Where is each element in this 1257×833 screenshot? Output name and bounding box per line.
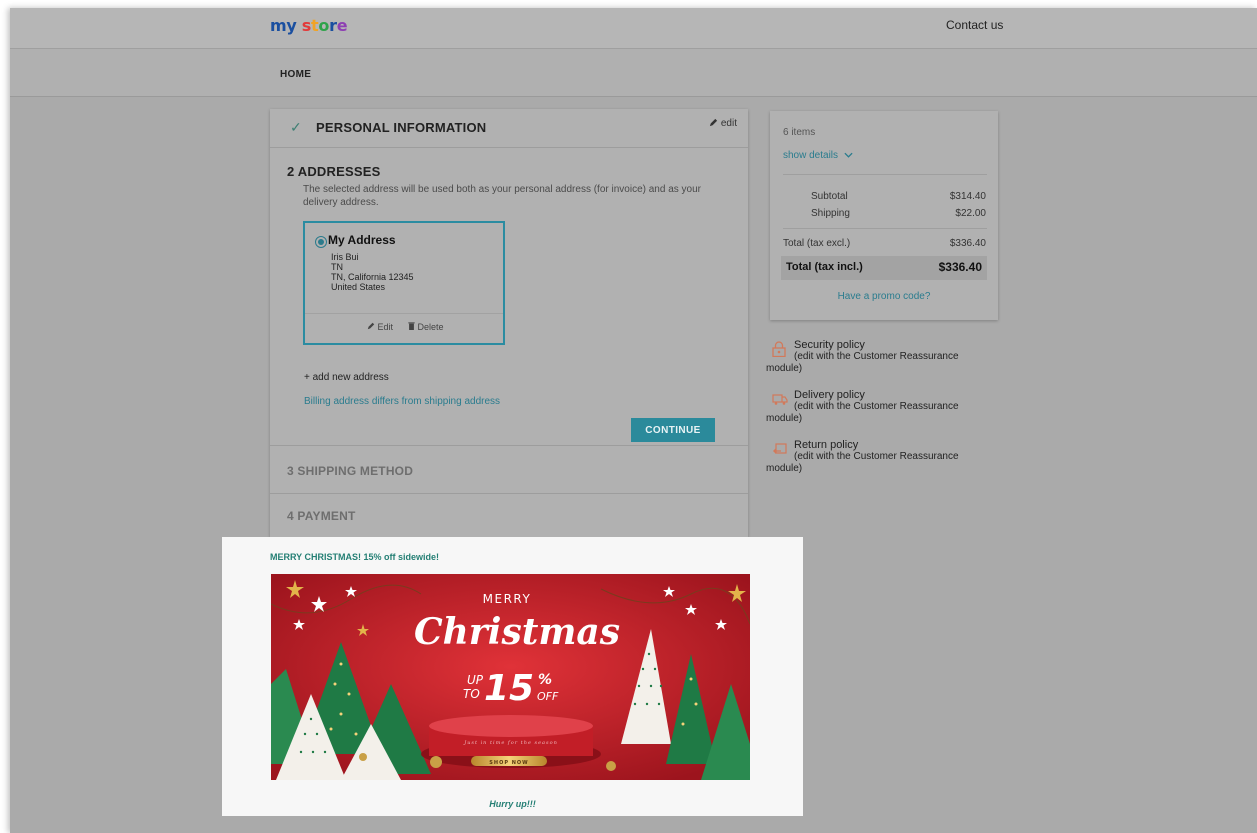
total-excl-label: Total (tax excl.)	[783, 238, 851, 249]
edit-label: Edit	[377, 322, 394, 332]
pencil-icon	[367, 322, 375, 330]
logo-letter: e	[336, 16, 348, 35]
shop-now-label: SHOP NOW	[489, 760, 528, 766]
show-details-toggle[interactable]: show details	[783, 150, 853, 161]
address-line: United States	[331, 282, 386, 292]
address-line: TN, California 12345	[331, 272, 414, 282]
reassurance-tail: module)	[766, 363, 803, 374]
reassurance-tail: module)	[766, 463, 803, 474]
logo-letter: r	[329, 16, 337, 35]
divider	[783, 174, 987, 175]
edit-address-button[interactable]: Edit	[367, 322, 393, 332]
reassurance-sub: (edit with the Customer Reassurance	[794, 401, 959, 412]
to-text: TO	[463, 687, 480, 701]
billing-address-link[interactable]: Billing address differs from shipping ad…	[304, 396, 500, 407]
reassurance-title: Delivery policy	[794, 389, 865, 401]
show-details-label: show details	[783, 150, 839, 161]
discount-number: 15	[484, 668, 534, 709]
promo-heading: MERRY CHRISTMAS! 15% off sidewide!	[270, 552, 440, 562]
subtotal-label: Subtotal	[811, 191, 848, 202]
divider	[783, 228, 987, 229]
reassurance-title: Security policy	[794, 339, 865, 351]
address-lines: Iris Bui TN TN, California 12345 United …	[331, 252, 414, 292]
add-new-address-link[interactable]: + add new address	[304, 372, 389, 383]
step-title: 3 SHIPPING METHOD	[287, 464, 414, 478]
step-title: 4 PAYMENT	[287, 509, 356, 523]
address-description: The selected address will be used both a…	[303, 184, 701, 208]
christmas-text: Christmas	[414, 611, 620, 653]
trash-icon	[408, 322, 415, 330]
total-excl-value: $336.40	[949, 238, 986, 249]
main-nav: HOME	[10, 49, 1257, 97]
delete-label: Delete	[417, 322, 444, 332]
truck-icon	[772, 394, 788, 405]
shipping-label: Shipping	[811, 208, 850, 219]
edit-personal-info-link[interactable]: edit	[709, 118, 737, 129]
up-text: UP	[467, 673, 484, 687]
items-count: 6 items	[783, 127, 816, 138]
total-incl-value: $336.40	[938, 260, 982, 274]
edit-label: edit	[720, 118, 737, 129]
logo-letter: my	[270, 16, 297, 35]
reassurance-sub: (edit with the Customer Reassurance	[794, 451, 959, 462]
step-addresses-title: 2 ADDRESSES	[287, 164, 381, 179]
promo-code-link[interactable]: Have a promo code?	[770, 291, 998, 302]
promo-banner: MERRY CHRISTMAS! 15% off sidewide! Just …	[222, 537, 803, 816]
nav-home-link[interactable]: HOME	[280, 69, 311, 80]
address-actions: Edit Delete	[305, 313, 503, 342]
logo-letter: o	[318, 16, 330, 35]
address-alias: My Address	[328, 233, 396, 247]
hurry-up-text: Hurry up!!!	[489, 799, 536, 809]
address-line: Iris Bui	[331, 252, 359, 262]
lock-icon	[772, 341, 786, 357]
contact-us-link[interactable]: Contact us	[946, 18, 1003, 32]
store-logo[interactable]: my store	[270, 16, 348, 35]
reassurance-title: Return policy	[794, 439, 859, 451]
step-shipping-method[interactable]: 3 SHIPPING METHOD	[270, 445, 748, 494]
pencil-icon	[709, 118, 718, 127]
total-incl-label: Total (tax incl.)	[786, 261, 863, 273]
subtotal-value: $314.40	[949, 191, 986, 202]
percent-sign: %	[538, 672, 552, 688]
step-payment[interactable]: 4 PAYMENT	[270, 493, 748, 537]
logo-letter: s	[301, 16, 312, 35]
check-icon: ✓	[290, 119, 302, 135]
address-card[interactable]: My Address Iris Bui TN TN, California 12…	[303, 221, 505, 345]
cart-summary: 6 items show details Subtotal $314.40 Sh…	[770, 111, 998, 320]
reassurance-tail: module)	[766, 413, 803, 424]
reassurance-sub: (edit with the Customer Reassurance	[794, 351, 959, 362]
top-bar: my store Contact us	[10, 8, 1257, 49]
step-personal-information[interactable]: ✓ PERSONAL INFORMATION edit	[270, 109, 748, 148]
checkout-steps: ✓ PERSONAL INFORMATION edit 2 ADDRESSES …	[270, 109, 748, 537]
page-overlay: my store Contact us HOME ✓ PERSONAL INFO…	[10, 8, 1257, 833]
shipping-value: $22.00	[955, 208, 986, 219]
address-radio[interactable]	[315, 236, 327, 248]
off-text: OFF	[537, 690, 559, 703]
address-line: TN	[331, 262, 343, 272]
chevron-down-icon	[844, 152, 853, 158]
podium-text: Just in time for the season	[463, 740, 558, 746]
christmas-banner-image[interactable]: Just in time for the season MERRY Christ…	[271, 574, 750, 780]
delete-address-button[interactable]: Delete	[408, 322, 444, 332]
total-incl-row: Total (tax incl.) $336.40	[781, 256, 987, 280]
step-title: PERSONAL INFORMATION	[316, 120, 487, 135]
continue-button[interactable]: CONTINUE	[631, 418, 715, 442]
merry-text: MERRY	[483, 592, 532, 606]
return-icon	[773, 443, 787, 454]
